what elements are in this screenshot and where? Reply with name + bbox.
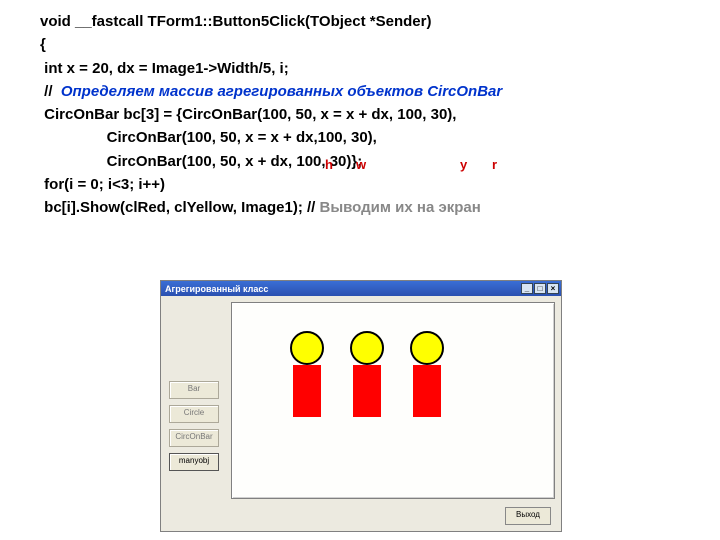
code-line-1: void __fastcall TForm1::Button5Click(TOb…	[40, 13, 431, 30]
canvas	[231, 302, 555, 499]
code-block: void __fastcall TForm1::Button5Click(TOb…	[0, 0, 720, 219]
bar-1	[293, 365, 321, 417]
code-line-9c: Выводим их на экран	[320, 199, 481, 216]
exit-button[interactable]: Выход	[505, 507, 551, 525]
code-line-2: {	[40, 36, 46, 53]
close-button[interactable]: ×	[547, 283, 559, 294]
minimize-button[interactable]: _	[521, 283, 533, 294]
titlebar: Агрегированный класс _ □ ×	[161, 281, 561, 296]
circle-button[interactable]: Circle	[169, 405, 219, 423]
circle-3	[410, 331, 444, 365]
circonbar-button[interactable]: CircOnBar	[169, 429, 219, 447]
code-line-4a: //	[40, 83, 57, 100]
annotation-r: r	[492, 155, 497, 175]
code-line-5: CircOnBar bc[3] = {CircOnBar(100, 50, x …	[40, 106, 456, 123]
code-line-7: CircOnBar(100, 50, x + dx, 100, 30)};	[40, 153, 362, 170]
client-area: Bar Circle CircOnBar manyobj Выход	[161, 296, 561, 531]
annotation-y: y	[460, 155, 467, 175]
code-line-9a: bc[i].Show(clRed, clYellow, Image1);	[40, 199, 303, 216]
code-line-8: for(i = 0; i<3; i++)	[40, 176, 165, 193]
bar-2	[353, 365, 381, 417]
circle-1	[290, 331, 324, 365]
manyobj-button[interactable]: manyobj	[169, 453, 219, 471]
code-line-6: CircOnBar(100, 50, x = x + dx,100, 30),	[40, 129, 377, 146]
maximize-button[interactable]: □	[534, 283, 546, 294]
bar-button[interactable]: Bar	[169, 381, 219, 399]
window-title: Агрегированный класс	[165, 284, 268, 294]
code-line-9b: //	[303, 199, 320, 216]
side-buttons: Bar Circle CircOnBar manyobj	[169, 381, 219, 471]
code-line-3: int x = 20, dx = Image1->Width/5, i;	[40, 60, 289, 77]
code-line-4b: Определяем массив агрегированных объекто…	[57, 83, 503, 100]
bar-3	[413, 365, 441, 417]
annotation-h: h	[325, 155, 333, 175]
app-window: Агрегированный класс _ □ × Bar Circle Ci…	[160, 280, 562, 532]
annotation-w: w	[356, 155, 366, 175]
circle-2	[350, 331, 384, 365]
